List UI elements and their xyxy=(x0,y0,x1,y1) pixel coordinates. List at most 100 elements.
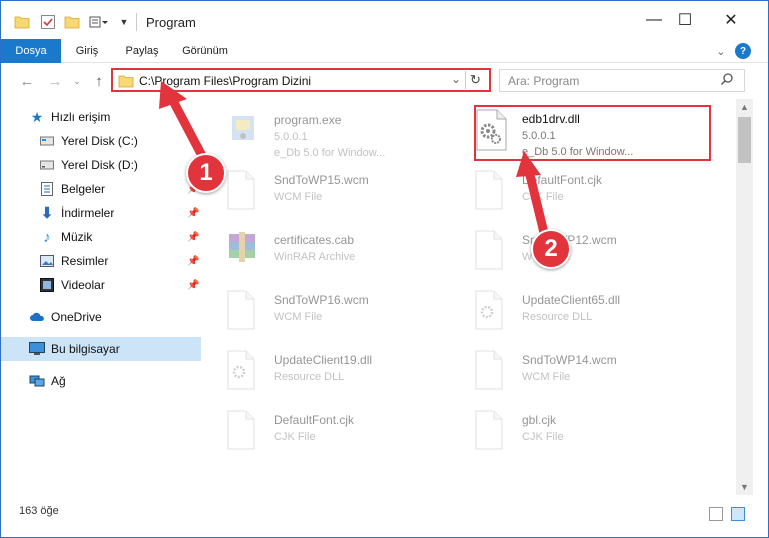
new-folder-icon[interactable] xyxy=(63,13,81,31)
file-name: DefaultFont.cjk xyxy=(522,173,603,187)
close-button[interactable]: ✕ xyxy=(708,1,754,39)
up-arrow-icon[interactable]: ↑ xyxy=(89,71,109,91)
file-item[interactable]: DefaultFont.cjk CJK File xyxy=(454,165,694,225)
address-path[interactable]: C:\Program Files\Program Dizini xyxy=(139,74,311,88)
back-arrow-icon[interactable]: ← xyxy=(17,71,37,91)
forward-arrow-icon[interactable]: → xyxy=(45,71,65,91)
title-separator xyxy=(136,13,137,31)
status-bar: 163 öğe xyxy=(1,495,768,537)
sidebar-item-downloads[interactable]: ⬇ İndirmeler 📌 xyxy=(1,201,201,225)
sidebar-item-label: Videolar xyxy=(61,278,105,292)
sidebar-item-local-disk-c[interactable]: Yerel Disk (C:) xyxy=(1,129,201,153)
navigation-pane: ★ Hızlı erişim Yerel Disk (C:) Yerel Dis… xyxy=(1,99,206,495)
sidebar-item-quick-access[interactable]: ★ Hızlı erişim xyxy=(1,105,201,129)
sidebar-item-this-pc[interactable]: Bu bilgisayar xyxy=(1,337,201,361)
file-item[interactable]: program.exe 5.0.0.1 e_Db 5.0 for Window.… xyxy=(206,105,446,165)
scroll-thumb[interactable] xyxy=(738,117,751,163)
pin-icon[interactable]: 📌 xyxy=(187,256,199,267)
file-item[interactable]: SndToWP12.wcm WCM File xyxy=(454,225,694,285)
sidebar-item-onedrive[interactable]: OneDrive xyxy=(1,305,201,329)
pin-icon[interactable]: 📌 xyxy=(187,208,199,219)
file-type: WCM File xyxy=(522,371,571,383)
sidebar-item-label: Hızlı erişim xyxy=(51,110,111,124)
file-icon xyxy=(474,230,510,272)
quick-access-dropdown-icon[interactable]: ▼ xyxy=(117,13,131,31)
network-icon xyxy=(29,373,45,389)
step-2-badge: 2 xyxy=(531,229,571,269)
sidebar-item-label: Ağ xyxy=(51,374,66,388)
file-item[interactable]: SndToWP14.wcm WCM File xyxy=(454,345,694,405)
file-item[interactable]: UpdateClient19.dll Resource DLL xyxy=(206,345,446,405)
pin-icon[interactable]: 📌 xyxy=(187,280,199,291)
sidebar-item-label: Yerel Disk (C:) xyxy=(61,134,138,148)
customize-toolbar-icon[interactable] xyxy=(89,13,109,31)
sidebar-item-local-disk-d[interactable]: Yerel Disk (D:) xyxy=(1,153,201,177)
file-name: DefaultFont.cjk xyxy=(274,413,355,427)
file-name: program.exe xyxy=(274,113,342,127)
sidebar-item-pictures[interactable]: Resimler 📌 xyxy=(1,249,201,273)
scroll-up-icon[interactable]: ▲ xyxy=(736,99,753,115)
file-name: edb1drv.dll xyxy=(522,112,580,126)
recent-dropdown-icon[interactable]: ⌄ xyxy=(67,71,87,91)
address-dropdown-icon[interactable]: ⌄ xyxy=(451,72,461,86)
file-icon xyxy=(474,350,510,392)
explorer-window: ▼ Program — ☐ ✕ Dosya Giriş Paylaş Görün… xyxy=(0,0,769,538)
tab-view[interactable]: Görünüm xyxy=(173,39,237,63)
file-name: SndToWP16.wcm xyxy=(274,293,369,307)
file-name: certificates.cab xyxy=(274,233,355,247)
sidebar-item-videos[interactable]: Videolar 📌 xyxy=(1,273,201,297)
file-item[interactable]: UpdateClient65.dll Resource DLL xyxy=(454,285,694,345)
sidebar-item-documents[interactable]: Belgeler 📌 xyxy=(1,177,201,201)
dll-gear-icon xyxy=(226,350,262,392)
file-icon xyxy=(474,170,510,212)
scroll-down-icon[interactable]: ▼ xyxy=(736,479,753,495)
dll-gear-icon xyxy=(474,109,510,151)
file-item[interactable]: SndToWP15.wcm WCM File xyxy=(206,165,446,225)
search-icon[interactable] xyxy=(720,72,734,89)
maximize-button[interactable]: ☐ xyxy=(662,1,708,39)
sidebar-item-label: Belgeler xyxy=(61,182,106,196)
tab-share[interactable]: Paylaş xyxy=(116,39,168,63)
sidebar-item-label: Bu bilgisayar xyxy=(51,342,120,356)
sidebar-item-label: Yerel Disk (D:) xyxy=(61,158,138,172)
help-icon[interactable]: ? xyxy=(735,43,751,59)
search-box[interactable]: Ara: Program xyxy=(499,69,745,92)
sidebar-item-label: OneDrive xyxy=(51,310,102,324)
file-name: SndToWP15.wcm xyxy=(274,173,369,187)
file-list: program.exe 5.0.0.1 e_Db 5.0 for Window.… xyxy=(206,99,736,495)
file-description: e_Db 5.0 for Window... xyxy=(522,146,634,158)
tab-home[interactable]: Giriş xyxy=(65,39,109,63)
file-version: 5.0.0.1 xyxy=(274,131,308,143)
sidebar-item-network[interactable]: Ağ xyxy=(1,369,201,393)
file-item[interactable]: SndToWP16.wcm WCM File xyxy=(206,285,446,345)
sidebar-item-music[interactable]: ♪ Müzik 📌 xyxy=(1,225,201,249)
file-type: CJK File xyxy=(522,431,564,443)
search-input[interactable]: Ara: Program xyxy=(508,74,579,88)
tab-file[interactable]: Dosya xyxy=(1,39,61,63)
computer-icon xyxy=(29,341,45,357)
properties-check-icon[interactable] xyxy=(39,13,57,31)
file-item[interactable]: certificates.cab WinRAR Archive xyxy=(206,225,446,285)
sidebar-item-label: Müzik xyxy=(61,230,93,244)
file-type: Resource DLL xyxy=(522,311,593,323)
file-icon xyxy=(226,170,262,212)
details-view-icon[interactable] xyxy=(709,507,723,521)
tiles-view-icon[interactable] xyxy=(731,507,745,521)
file-item[interactable]: gbl.cjk CJK File xyxy=(454,405,694,465)
ribbon-tabs: Dosya Giriş Paylaş Görünüm ⌄ ? xyxy=(1,39,768,63)
step-1-badge: 1 xyxy=(186,153,226,193)
dll-gear-icon xyxy=(474,290,510,332)
file-item[interactable]: DefaultFont.cjk CJK File xyxy=(206,405,446,465)
vertical-scrollbar[interactable]: ▲ ▼ xyxy=(736,99,753,495)
drive-icon xyxy=(39,133,55,149)
file-version: 5.0.0.1 xyxy=(522,130,556,142)
pin-icon[interactable]: 📌 xyxy=(187,232,199,243)
file-item-edb1drv[interactable]: edb1drv.dll 5.0.0.1 e_Db 5.0 for Window.… xyxy=(454,104,694,164)
chevron-down-icon[interactable]: ⌄ xyxy=(713,43,729,59)
exe-icon xyxy=(226,110,262,152)
file-type: Resource DLL xyxy=(274,371,345,383)
file-name: SndToWP14.wcm xyxy=(522,353,617,367)
refresh-icon[interactable]: ↻ xyxy=(465,71,485,89)
address-bar[interactable]: C:\Program Files\Program Dizini ⌄ ↻ xyxy=(111,68,491,92)
file-name: gbl.cjk xyxy=(522,413,557,427)
